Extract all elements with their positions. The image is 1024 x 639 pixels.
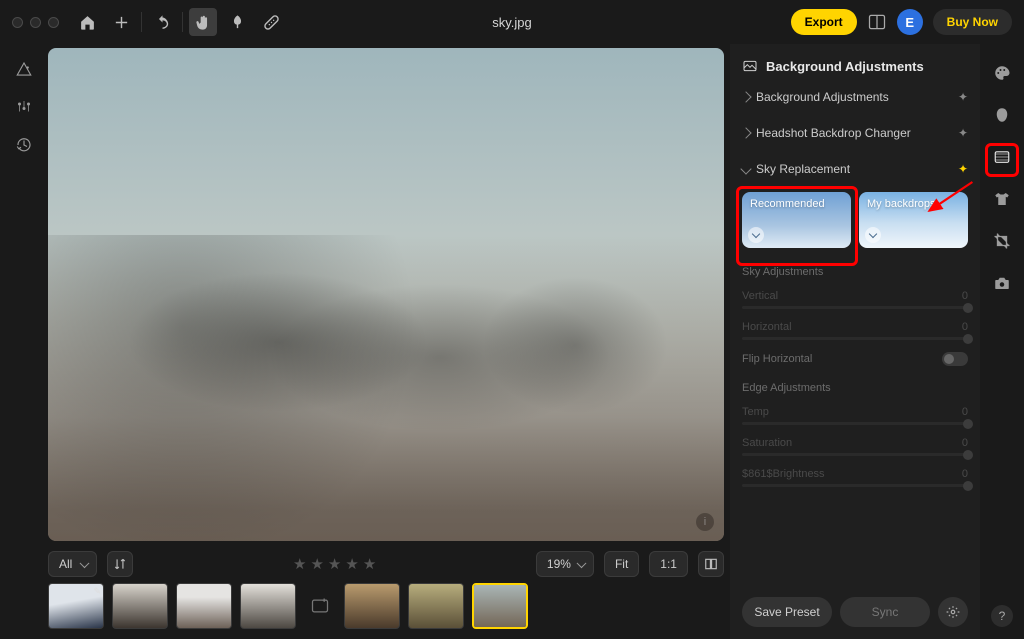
hand-tool-icon[interactable] [189, 8, 217, 36]
toggle-flip-horizontal[interactable]: Flip Horizontal [742, 352, 968, 366]
star-icon[interactable]: ★ [363, 555, 376, 573]
help-icon[interactable]: ? [991, 605, 1013, 627]
thumbnail[interactable] [344, 583, 400, 629]
canvas-column: i All ★ ★ ★ ★ ★ 19% Fit 1:1 [48, 44, 730, 639]
accordion-bg-adjust[interactable]: Background Adjustments ✦ [742, 84, 968, 110]
slider-horizontal[interactable]: Horizontal0 [742, 321, 968, 340]
star-icon[interactable]: ★ [328, 555, 341, 573]
home-icon[interactable] [73, 8, 101, 36]
accordion-label: Sky Replacement [756, 162, 850, 176]
history-tool-icon[interactable] [7, 128, 41, 162]
thumbnail[interactable] [48, 583, 104, 629]
accordion-headshot[interactable]: Headshot Backdrop Changer ✦ [742, 120, 968, 146]
right-tool-rail: ? [980, 44, 1024, 639]
adjust-tool-icon[interactable] [7, 90, 41, 124]
face-icon[interactable] [987, 100, 1017, 130]
export-button[interactable]: Export [791, 9, 857, 35]
add-image-icon[interactable] [304, 583, 336, 629]
adjustments-panel: Background Adjustments Background Adjust… [730, 44, 980, 639]
thumbnail[interactable] [176, 583, 232, 629]
minimize-dot[interactable] [30, 17, 41, 28]
chevron-right-icon [740, 91, 751, 102]
left-tool-rail [0, 44, 48, 639]
card-label: Recommended [750, 198, 845, 211]
wand-icon: ✦ [958, 90, 968, 104]
user-avatar[interactable]: E [897, 9, 923, 35]
fit-button[interactable]: Fit [604, 551, 639, 577]
tree-tool-icon[interactable] [223, 8, 251, 36]
triangle-tool-icon[interactable] [7, 52, 41, 86]
toggle-switch[interactable] [942, 352, 968, 366]
chevron-down-icon [740, 163, 751, 174]
titlebar: sky.jpg Export E Buy Now [0, 0, 1024, 44]
zoom-dot[interactable] [48, 17, 59, 28]
filter-bar: All ★ ★ ★ ★ ★ 19% Fit 1:1 [48, 547, 730, 583]
image-canvas[interactable]: i [48, 48, 724, 541]
sync-button[interactable]: Sync [840, 597, 930, 627]
add-icon[interactable] [107, 8, 135, 36]
section-edge-adjustments: Edge Adjustments [742, 382, 968, 394]
star-icon[interactable]: ★ [310, 555, 323, 573]
info-icon[interactable]: i [696, 513, 714, 531]
star-icon[interactable]: ★ [293, 555, 306, 573]
section-sky-adjustments: Sky Adjustments [742, 266, 968, 278]
panel-title-text: Background Adjustments [766, 59, 924, 74]
save-preset-button[interactable]: Save Preset [742, 597, 832, 627]
slider-saturation[interactable]: Saturation0 [742, 437, 968, 456]
dropdown-icon[interactable] [865, 227, 881, 243]
filter-select[interactable]: All [48, 551, 97, 577]
thumbnail[interactable] [112, 583, 168, 629]
crop-icon[interactable] [987, 226, 1017, 256]
layout-toggle-icon[interactable] [698, 551, 724, 577]
file-name: sky.jpg [492, 15, 532, 30]
accordion-label: Headshot Backdrop Changer [756, 126, 911, 140]
wand-icon: ✦ [958, 162, 968, 176]
slider-vertical[interactable]: Vertical0 [742, 290, 968, 309]
thumbnail[interactable] [240, 583, 296, 629]
card-my-backdrops[interactable]: My backdrops [859, 192, 968, 248]
rating-stars[interactable]: ★ ★ ★ ★ ★ [293, 555, 376, 573]
ratio-button[interactable]: 1:1 [649, 551, 688, 577]
thumbnail-selected[interactable] [472, 583, 528, 629]
palette-icon[interactable] [987, 58, 1017, 88]
zoom-select[interactable]: 19% [536, 551, 594, 577]
card-label: My backdrops [867, 198, 962, 211]
shirt-icon[interactable] [987, 184, 1017, 214]
close-dot[interactable] [12, 17, 23, 28]
accordion-label: Background Adjustments [756, 90, 889, 104]
dropdown-icon[interactable] [748, 227, 764, 243]
accordion-sky-replacement[interactable]: Sky Replacement ✦ [742, 156, 968, 182]
undo-icon[interactable] [148, 8, 176, 36]
window-controls[interactable] [12, 17, 59, 28]
sort-icon[interactable] [107, 551, 133, 577]
buy-now-button[interactable]: Buy Now [933, 9, 1012, 35]
background-icon[interactable] [987, 142, 1017, 172]
card-recommended[interactable]: Recommended [742, 192, 851, 248]
panel-title: Background Adjustments [742, 58, 968, 74]
settings-small-icon[interactable] [938, 597, 968, 627]
slider-brightness[interactable]: $861$Brightness0 [742, 468, 968, 487]
thumbnail[interactable] [408, 583, 464, 629]
wand-icon: ✦ [958, 126, 968, 140]
filmstrip [48, 583, 730, 639]
camera-icon[interactable] [987, 268, 1017, 298]
compare-icon[interactable] [867, 12, 887, 32]
slider-temp[interactable]: Temp0 [742, 406, 968, 425]
star-icon[interactable]: ★ [345, 555, 358, 573]
chevron-right-icon [740, 127, 751, 138]
bandage-tool-icon[interactable] [257, 8, 285, 36]
